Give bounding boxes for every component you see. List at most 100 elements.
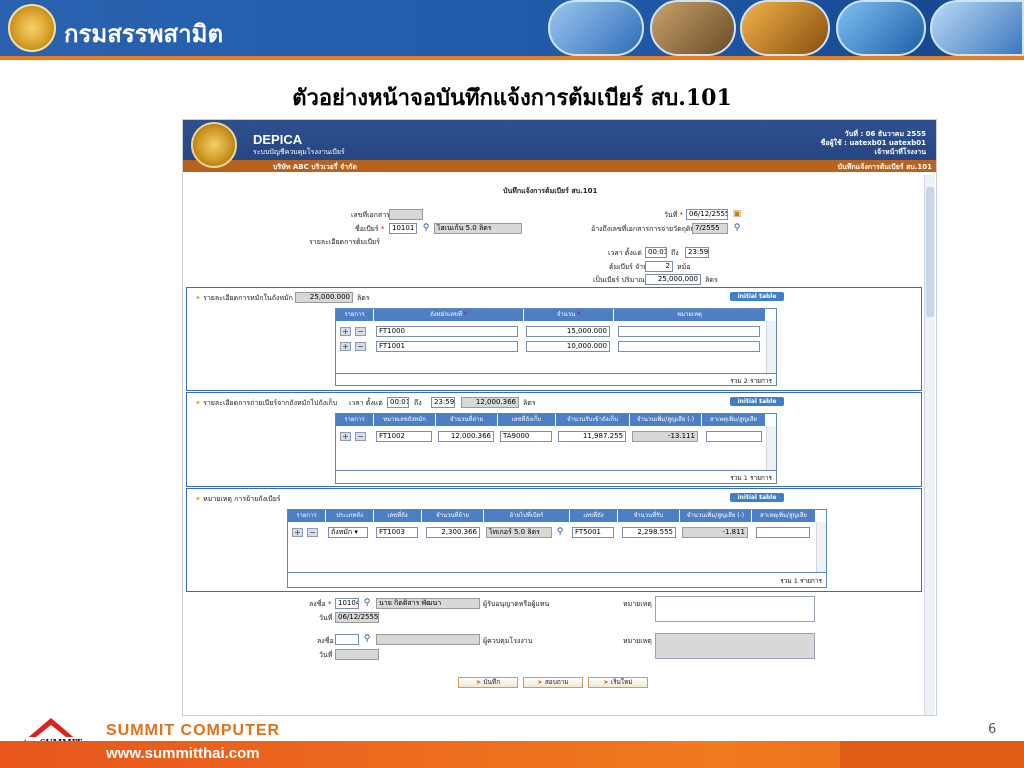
transfer-start-field[interactable]: 00:01 xyxy=(387,397,409,408)
col-ferm-tank: หมายเลขถังหมัก xyxy=(374,414,436,426)
volume-unit: ลิตร xyxy=(705,276,718,284)
tank-field[interactable]: FT1001 xyxy=(376,341,518,352)
tank2-field[interactable]: FT5001 xyxy=(572,527,614,538)
grid-scrollbar[interactable] xyxy=(816,522,826,572)
remove-row-icon[interactable]: − xyxy=(355,342,366,351)
note-textarea-1[interactable] xyxy=(655,596,815,622)
volume-label: เป็นเบียร์ ปริมาณ xyxy=(593,276,645,284)
header-photo-keyboard xyxy=(930,0,1024,56)
qty-field[interactable]: 10,000.000 xyxy=(526,341,610,352)
agency-title: กรมสรรพสามิต xyxy=(64,21,224,48)
search-icon[interactable]: ⚲ xyxy=(362,598,372,608)
add-row-icon[interactable]: + xyxy=(340,342,351,351)
note-label-2: หมายเหตุ xyxy=(623,637,652,645)
transfer-total: 12,000.366 xyxy=(461,397,519,408)
diff-field: -1.811 xyxy=(682,527,748,538)
app-name: DEPICA xyxy=(253,132,303,147)
grid-scrollbar[interactable] xyxy=(766,321,776,373)
transfer-grid: รายการ หมายเลขถังหมัก จำนวนที่ถ่าย เลขที… xyxy=(335,413,777,484)
search-icon[interactable]: ⚲ xyxy=(362,634,372,644)
signer2-role: ผู้ควบคุมโรงงาน xyxy=(483,637,533,645)
reason-field[interactable] xyxy=(756,527,810,538)
beer-name-label: ชื่อเบียร์ * xyxy=(355,225,385,233)
signer2-code-field[interactable] xyxy=(335,634,359,645)
add-row-icon[interactable]: + xyxy=(292,528,303,537)
calendar-icon[interactable]: ▣ xyxy=(732,209,742,219)
signer1-role: ผู้รับอนุญาตหรือผู้แทน xyxy=(483,600,550,608)
storage-tank-field[interactable]: TA9000 xyxy=(500,431,552,442)
search-icon[interactable]: ⚲ xyxy=(732,223,742,233)
received-field[interactable]: 11,987.255 xyxy=(558,431,626,442)
signer1-date-field: 06/12/2555 xyxy=(335,612,379,623)
col-tank: ถังหมักเลขที่ * xyxy=(374,309,524,321)
sign-label-2: ลงชื่อ xyxy=(317,637,334,645)
remove-row-icon[interactable]: − xyxy=(307,528,318,537)
page-number: 6 xyxy=(988,722,997,737)
page-name[interactable]: บันทึกแจ้งการต้มเบียร์ สบ.101 xyxy=(838,162,932,173)
section-fermentation-title: ✦ รายละเอียดการหมักในถังหมัก xyxy=(195,294,293,302)
add-row-icon[interactable]: + xyxy=(340,327,351,336)
qty-field[interactable]: 15,000.000 xyxy=(526,326,610,337)
transfer-unit: ลิตร xyxy=(523,399,536,407)
company-url[interactable]: www.summitthai.com xyxy=(106,745,260,762)
app-subtitle: ระบบบัญชีควบคุมโรงงานเบียร์ xyxy=(253,148,345,156)
start-time-field[interactable]: 00:01 xyxy=(645,247,667,258)
note-field[interactable] xyxy=(618,326,760,337)
search-icon[interactable]: ⚲ xyxy=(421,223,431,233)
initial-table-button[interactable]: initial table xyxy=(730,397,784,406)
col-transfer-qty: จำนวนที่ถ่าย xyxy=(436,414,498,426)
received-field[interactable]: 2,298.555 xyxy=(622,527,676,538)
note-field[interactable] xyxy=(618,341,760,352)
section-fermentation: ✦ รายละเอียดการหมักในถังหมัก 25,000.000 … xyxy=(186,287,922,391)
col-reason: สาเหตุเพิ่ม/สูญเสีย xyxy=(702,414,766,426)
to-label: ถึง xyxy=(671,249,679,257)
initial-table-button[interactable]: initial table xyxy=(730,292,784,301)
grid-divider xyxy=(288,572,826,573)
reason-field[interactable] xyxy=(706,431,762,442)
brew-count-field[interactable]: 2 xyxy=(645,261,673,272)
session-info: วันที่ : 06 ธันวาคม 2555 ชื่อผู้ใช้ : ua… xyxy=(821,130,926,157)
initial-table-button[interactable]: initial table xyxy=(730,493,784,502)
reset-button[interactable]: ➤ เริ่มใหม่ xyxy=(588,677,648,688)
remove-row-icon[interactable]: − xyxy=(355,327,366,336)
col-tank: เลขที่ถัง xyxy=(374,510,422,522)
grid-scrollbar[interactable] xyxy=(766,426,776,470)
search-icon[interactable]: ⚲ xyxy=(555,527,565,537)
tank-field[interactable]: FT1003 xyxy=(376,527,418,538)
signer1-code-field[interactable]: 10104 xyxy=(335,598,359,609)
slide-header: กรมสรรพสามิต xyxy=(0,0,1024,60)
excise-emblem-icon xyxy=(8,4,56,52)
save-button[interactable]: ➤ บันทึก xyxy=(458,677,518,688)
add-row-icon[interactable]: + xyxy=(340,432,351,441)
col-diff: จำนวนเพิ่ม/สูญเสีย (-) xyxy=(680,510,752,522)
doc-no-field[interactable] xyxy=(389,209,423,220)
fermentation-total: 25,000.000 xyxy=(295,292,353,303)
scrollbar-thumb[interactable] xyxy=(926,187,934,317)
date-field[interactable]: 06/12/2555 xyxy=(686,209,728,220)
tank-field[interactable]: FT1000 xyxy=(376,326,518,337)
transfer-qty-field[interactable]: 12,000.366 xyxy=(438,431,494,442)
start-time-label: เวลา ตั้งแต่ xyxy=(608,249,642,257)
move-qty-field[interactable]: 2,300.366 xyxy=(426,527,480,538)
page-scrollbar[interactable] xyxy=(924,175,935,715)
transfer-end-field[interactable]: 23:59 xyxy=(431,397,455,408)
col-item: รายการ xyxy=(336,309,374,321)
col-item: รายการ xyxy=(336,414,374,426)
header-photo-chip xyxy=(740,0,830,56)
header-photo-pen xyxy=(650,0,736,56)
company-name: บริษัท ABC บริวเวอรี่ จำกัด xyxy=(273,163,357,171)
form-heading: บันทึกแจ้งการต้มเบียร์ สบ.101 xyxy=(503,187,598,195)
col-tank2: เลขที่ถัง xyxy=(570,510,618,522)
beer-detail-label: รายละเอียดการต้มเบียร์ xyxy=(309,238,380,246)
remove-row-icon[interactable]: − xyxy=(355,432,366,441)
beer-code-field[interactable]: 10101 xyxy=(389,223,417,234)
transfer-footer: รวม 1 รายการ xyxy=(730,474,772,482)
volume-field[interactable]: 25,000.000 xyxy=(645,274,701,285)
doc-no-label: เลขที่เอกสาร xyxy=(351,211,390,219)
query-button[interactable]: ➤ สอบถาม xyxy=(523,677,583,688)
grid-divider xyxy=(336,373,776,374)
ferm-tank-field[interactable]: FT1002 xyxy=(376,431,432,442)
tank-type-select[interactable]: ถังหมัก ▾ xyxy=(328,527,368,538)
section-transfer-title: ✦ รายละเอียดการถ่ายเบียร์จากถังหมักไปถัง… xyxy=(195,399,338,407)
end-time-field[interactable]: 23:59 xyxy=(685,247,709,258)
